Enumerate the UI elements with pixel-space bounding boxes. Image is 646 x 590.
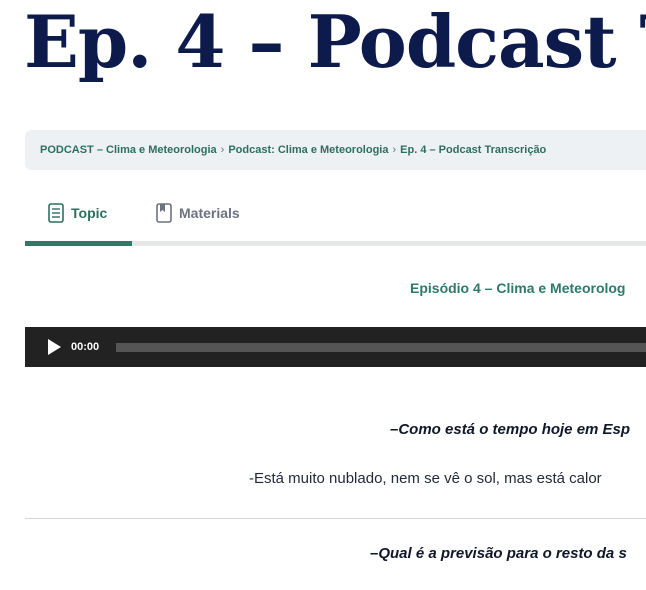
tab-topic[interactable]: Topic [25,196,132,246]
transcript-answer: -Está muito nublado, nem se vê o sol, ma… [249,470,602,487]
audio-player: 00:00 [25,327,646,367]
play-icon [48,339,61,355]
episode-heading: Episódio 4 – Clima e Meteorolog [410,280,626,296]
progress-bar[interactable] [116,343,646,352]
tab-materials-label: Materials [179,205,240,221]
play-button[interactable] [39,332,69,362]
breadcrumb-item-course[interactable]: PODCAST – Clima e Meteorologia [40,144,217,156]
transcript-question: –Como está o tempo hoje em Esp [390,421,631,438]
breadcrumb-item-topic[interactable]: Ep. 4 – Podcast Transcrição [400,144,546,156]
tab-materials[interactable]: Materials [155,196,240,241]
tab-topic-label: Topic [71,205,108,221]
document-icon [48,203,64,223]
breadcrumb-item-lesson[interactable]: Podcast: Clima e Meteorologia [228,144,388,156]
transcript-question: –Qual é a previsão para o resto da s [370,545,627,562]
page: Ep. 4 – Podcast Tra PODCAST – Clima e Me… [0,0,646,590]
page-title: Ep. 4 – Podcast Tra [24,0,646,84]
divider [25,518,646,519]
breadcrumb-separator: › [220,144,225,156]
breadcrumb-separator: › [392,144,397,156]
current-time: 00:00 [71,341,100,353]
breadcrumb: PODCAST – Clima e Meteorologia › Podcast… [25,130,646,170]
book-icon [156,203,172,223]
tab-bar: Topic Materials [25,196,646,246]
